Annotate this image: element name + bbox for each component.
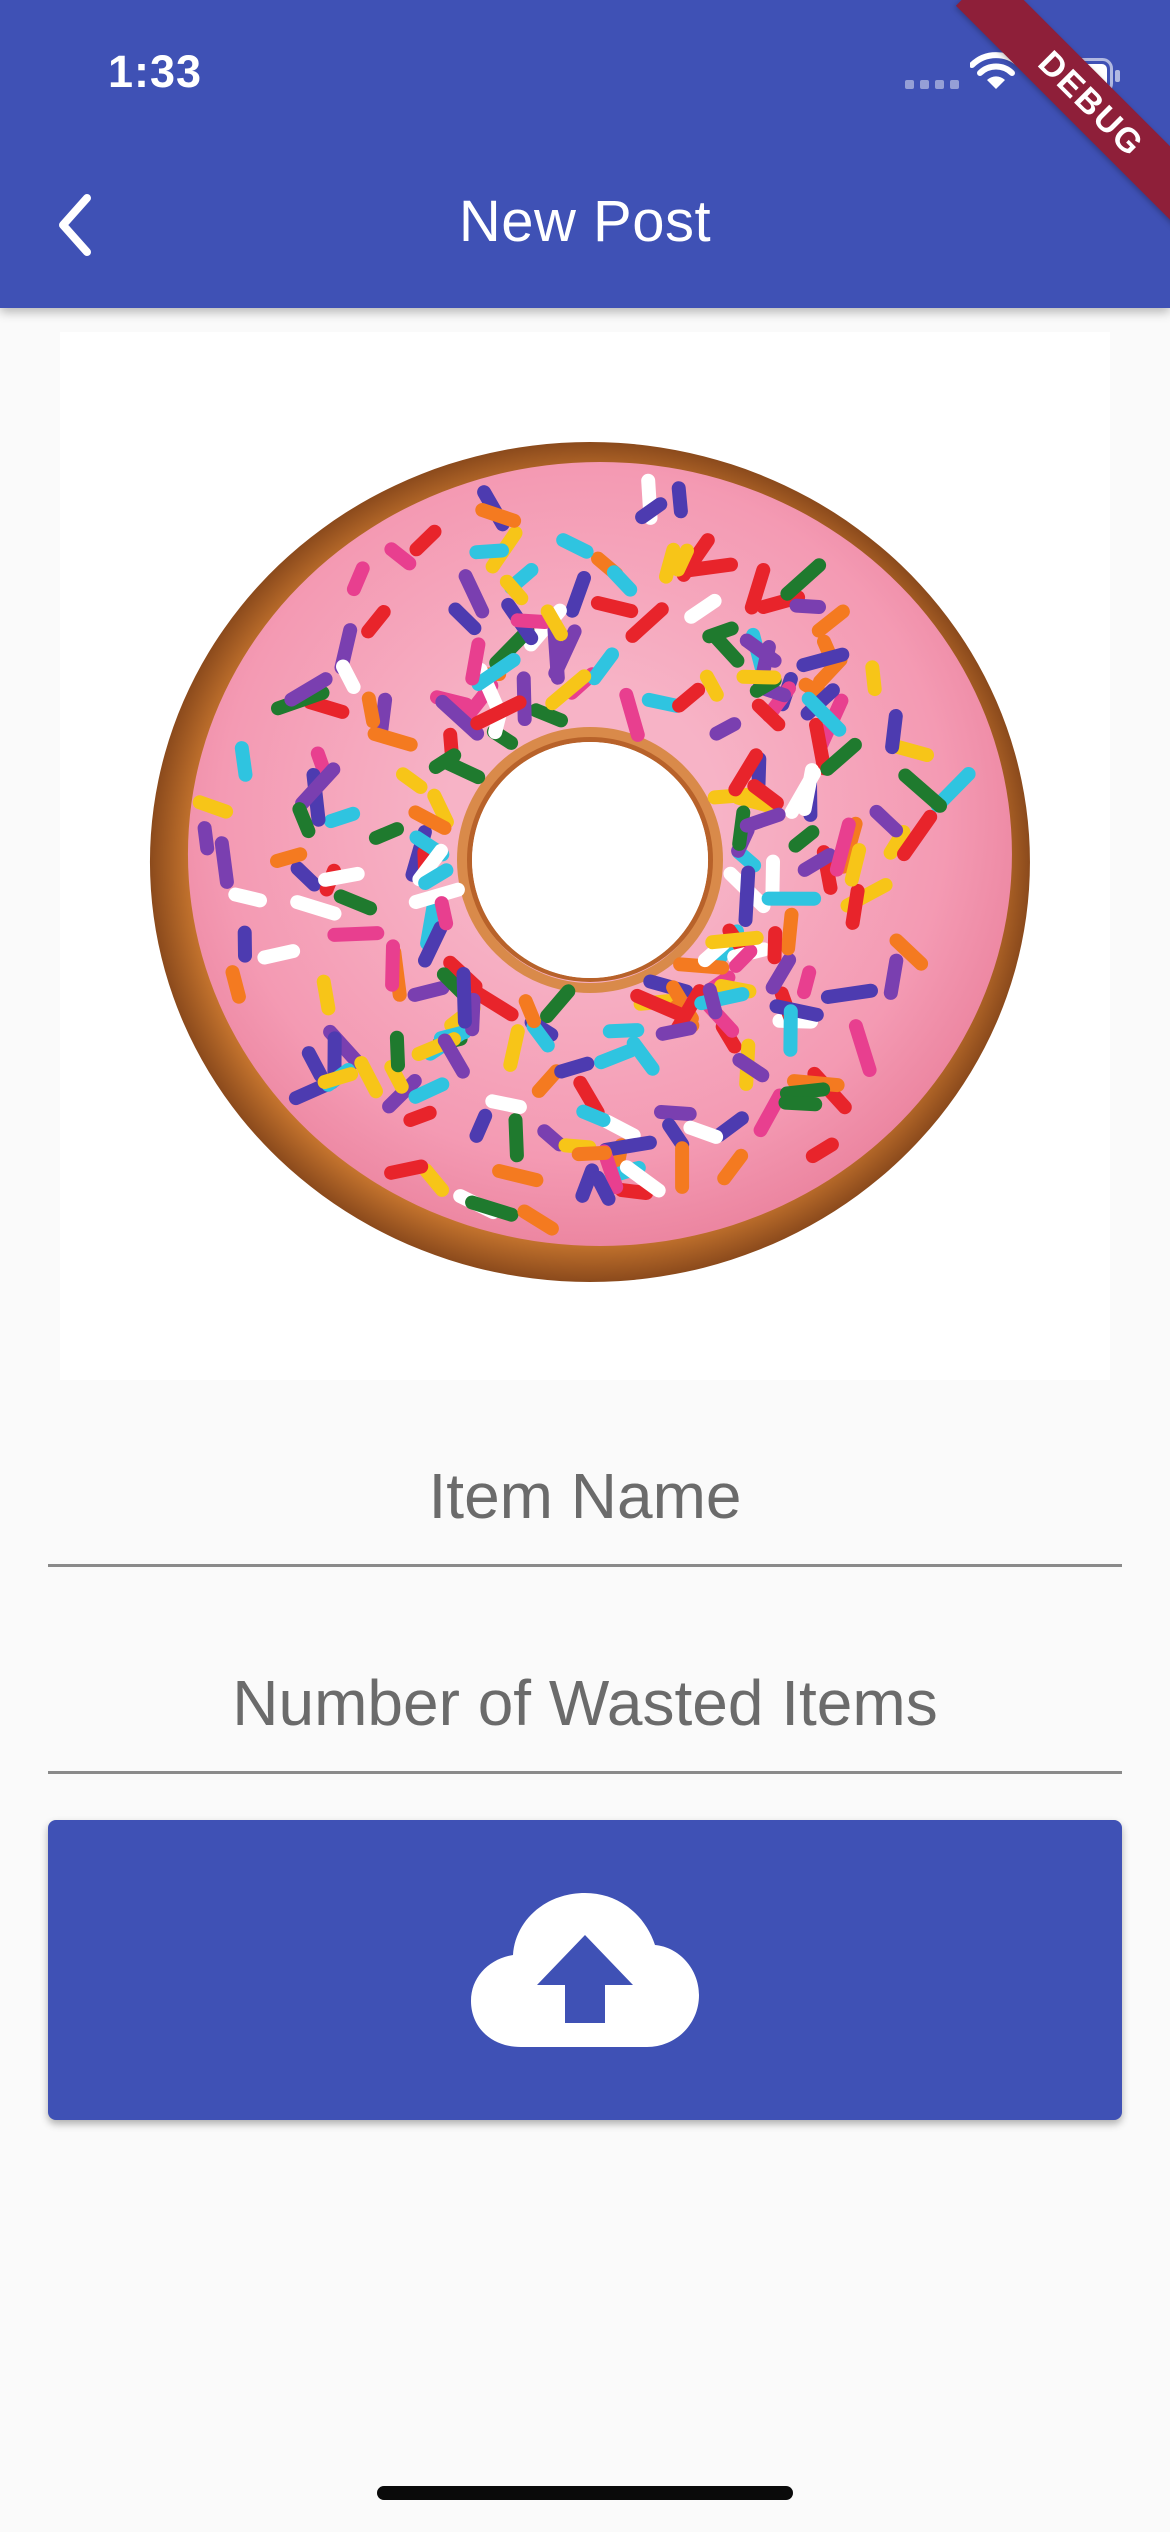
- item-name-input[interactable]: [48, 1414, 1122, 1564]
- sprinkle: [598, 1135, 657, 1157]
- sprinkle: [270, 847, 308, 868]
- cloud-upload-icon: [471, 1893, 699, 2047]
- sprinkle: [292, 802, 316, 839]
- sprinkle: [779, 1082, 831, 1101]
- sprinkle: [510, 613, 552, 629]
- sprinkle: [407, 980, 450, 1002]
- post-image[interactable]: [60, 332, 1110, 1380]
- sprinkle: [614, 1183, 654, 1200]
- sprinkle: [590, 1170, 616, 1206]
- sprinkle: [554, 1056, 595, 1079]
- upload-button[interactable]: [48, 1820, 1122, 2120]
- sprinkle: [678, 557, 738, 578]
- sprinkle: [797, 965, 817, 1000]
- sprinkle: [529, 703, 568, 728]
- donut-image: [149, 442, 1030, 1282]
- app-bar: 1:33 New Post: [0, 0, 1170, 308]
- sprinkle: [361, 691, 381, 729]
- sprinkle: [316, 974, 336, 1016]
- sprinkle: [428, 748, 462, 774]
- sprinkle: [705, 930, 764, 950]
- sprinkle: [709, 717, 742, 741]
- sprinkle: [889, 739, 934, 762]
- sprinkle: [234, 741, 253, 782]
- sprinkle: [336, 659, 361, 694]
- sprinkle: [844, 843, 867, 887]
- sprinkle: [571, 1145, 612, 1162]
- sprinkle: [225, 965, 246, 1004]
- sprinkle: [736, 669, 782, 685]
- sprinkle: [820, 983, 878, 1004]
- home-indicator[interactable]: [377, 2486, 793, 2500]
- sprinkle: [537, 1124, 567, 1152]
- item-name-field[interactable]: [48, 1414, 1122, 1567]
- sprinkle: [702, 982, 723, 1020]
- sprinkle: [805, 1137, 839, 1164]
- sprinkle: [765, 854, 780, 898]
- sprinkle: [778, 1095, 823, 1112]
- sprinkle: [575, 1163, 599, 1203]
- sprinkle: [456, 967, 472, 1029]
- sprinkle: [317, 1067, 359, 1089]
- sprinkle: [702, 621, 739, 644]
- sprinkle: [518, 994, 541, 1029]
- wasted-quantity-field[interactable]: [48, 1621, 1122, 1774]
- sprinkle: [492, 1164, 544, 1188]
- sprinkle: [465, 637, 486, 686]
- sprinkle: [228, 887, 267, 908]
- sprinkle: [197, 821, 215, 856]
- sprinkle: [323, 806, 361, 829]
- sprinkle: [845, 883, 865, 930]
- sprinkle: [809, 717, 832, 776]
- sprinkle: [865, 660, 882, 697]
- sprinkle: [465, 992, 481, 1037]
- sprinkle: [767, 926, 783, 965]
- sprinkle: [368, 822, 404, 845]
- sprinkle: [683, 1120, 724, 1144]
- sprinkle: [503, 1024, 525, 1072]
- sprinkle: [374, 692, 393, 737]
- sprinkle: [318, 866, 365, 887]
- sprinkle: [797, 763, 819, 816]
- sprinkle: [699, 669, 724, 702]
- sprinkle: [346, 561, 370, 597]
- status-time: 1:33: [108, 46, 203, 97]
- sprinkle: [303, 695, 350, 719]
- sprinkle: [403, 1105, 437, 1127]
- sprinkle: [192, 795, 234, 819]
- sprinkle: [485, 1094, 527, 1114]
- sprinkle: [257, 944, 301, 965]
- sprinkle: [576, 1104, 611, 1127]
- sprinkle: [883, 953, 904, 1000]
- sprinkle: [214, 836, 234, 889]
- sprinkle: [434, 896, 454, 931]
- sprinkle: [385, 939, 400, 992]
- sprinkle: [469, 543, 509, 560]
- sprinkle: [671, 543, 694, 577]
- sprinkle: [781, 907, 799, 956]
- sprinkle: [389, 1030, 405, 1073]
- sprinkle: [508, 1113, 524, 1163]
- sprinkle: [738, 865, 756, 927]
- sprinkle: [789, 598, 826, 614]
- cellular-signal-icon: [905, 80, 959, 89]
- sprinkle: [655, 1021, 697, 1041]
- sprinkle: [654, 1105, 697, 1121]
- sprinkle: [327, 926, 385, 942]
- page-title: New Post: [458, 189, 712, 254]
- sprinkle: [590, 596, 639, 619]
- wasted-quantity-input[interactable]: [48, 1621, 1122, 1771]
- sprinkle: [469, 1108, 493, 1143]
- sprinkle: [885, 709, 903, 755]
- sprinkle: [671, 481, 688, 519]
- sprinkle: [384, 1159, 429, 1180]
- sprinkle: [602, 1023, 645, 1039]
